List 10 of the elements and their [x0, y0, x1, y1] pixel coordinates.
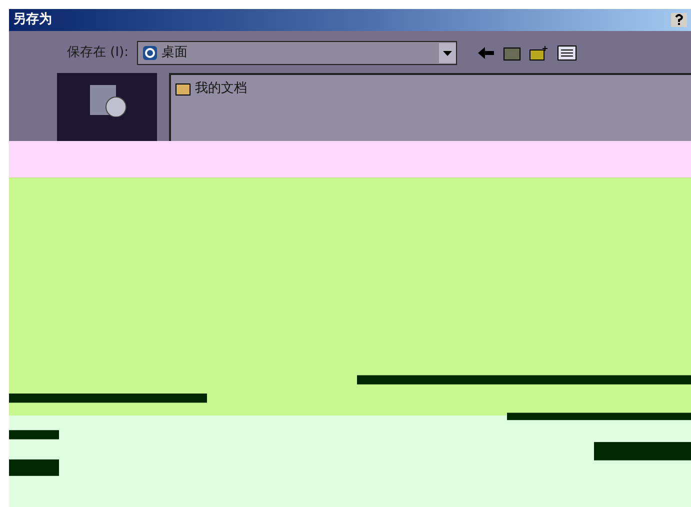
view-menu-icon[interactable] — [556, 45, 576, 61]
file-item[interactable]: 我的文档 — [175, 79, 691, 98]
document-folder-icon — [175, 80, 191, 97]
window-title: 另存为 — [13, 11, 52, 30]
back-arrow-icon[interactable] — [476, 46, 494, 60]
save-in-label: 保存在 (I): — [67, 44, 128, 62]
save-in-dropdown[interactable]: 桌面 — [136, 41, 456, 65]
folder-icon[interactable] — [502, 45, 520, 61]
help-icon[interactable] — [671, 13, 687, 27]
new-folder-icon[interactable] — [528, 45, 548, 61]
